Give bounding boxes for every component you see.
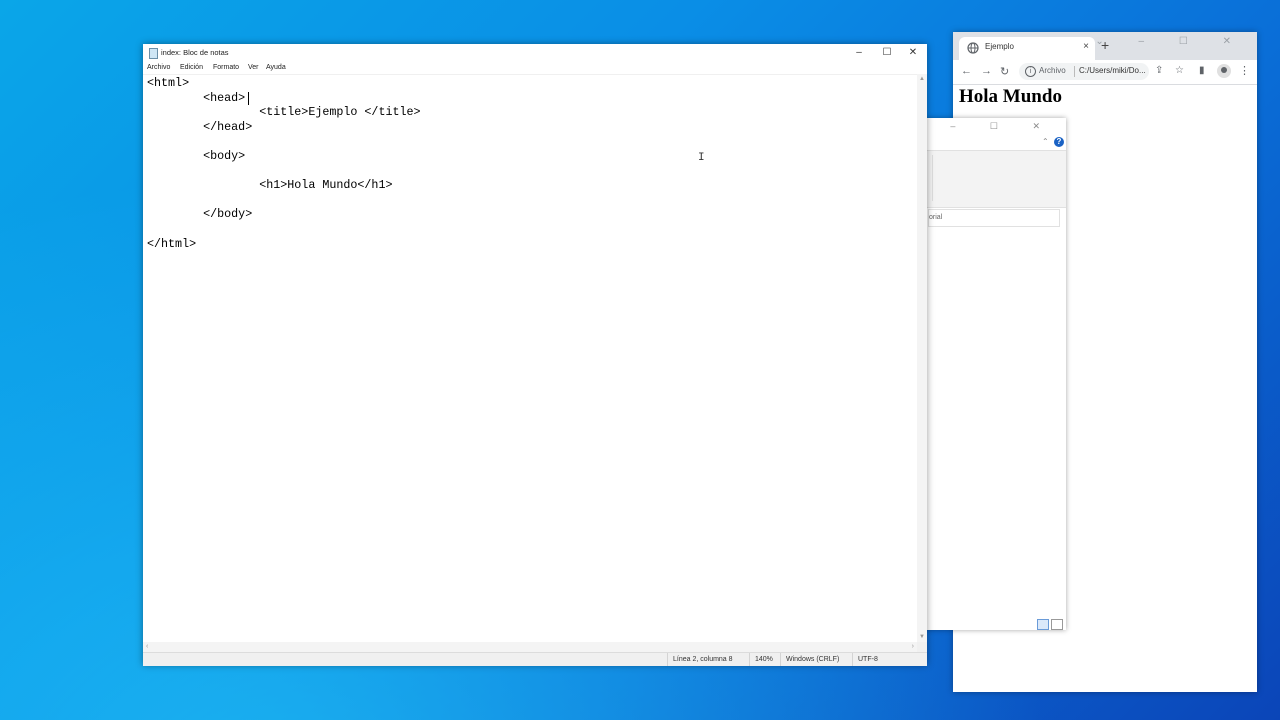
menu-ver[interactable]: Ver bbox=[248, 64, 259, 71]
ribbon-divider bbox=[932, 155, 933, 201]
site-chip: Archivo bbox=[1039, 66, 1066, 75]
window-title: index: Bloc de notas bbox=[161, 48, 229, 57]
address-bar[interactable]: i Archivo C:/Users/miki/Do... bbox=[1019, 63, 1149, 80]
background-window-search[interactable]: orial bbox=[928, 209, 1060, 227]
view-switcher bbox=[1037, 617, 1065, 635]
reload-icon[interactable]: ↻ bbox=[1000, 65, 1009, 78]
large-icons-view-icon[interactable] bbox=[1051, 619, 1063, 630]
close-icon[interactable]: ✕ bbox=[903, 47, 923, 58]
scrollbar-corner bbox=[917, 642, 927, 652]
text-caret bbox=[248, 92, 249, 105]
profile-avatar-icon[interactable] bbox=[1217, 64, 1231, 78]
bookmark-star-icon[interactable]: ☆ bbox=[1175, 65, 1184, 76]
background-window-controls[interactable]: – ☐ ✕ bbox=[950, 121, 1056, 132]
status-encoding: UTF-8 bbox=[852, 653, 927, 666]
details-view-icon[interactable] bbox=[1037, 619, 1049, 630]
browser-tabstrip: Ejemplo × + ⌄ – ☐ ✕ bbox=[953, 32, 1257, 60]
vertical-scrollbar[interactable]: ▲ ▼ bbox=[917, 74, 927, 642]
maximize-icon[interactable]: ☐ bbox=[877, 47, 897, 58]
background-window-ribbon bbox=[926, 150, 1066, 208]
menu-bar: Archivo Edición Formato Ver Ayuda bbox=[143, 62, 927, 74]
background-window: – ☐ ✕ ⌃ ? orial bbox=[926, 118, 1066, 630]
editor-content[interactable]: <html> <head> <title>Ejemplo </title> </… bbox=[147, 76, 421, 251]
browser-toolbar: ← → ↻ i Archivo C:/Users/miki/Do... ⇪ ☆ … bbox=[953, 60, 1257, 85]
page-heading: Hola Mundo bbox=[959, 86, 1062, 107]
horizontal-scrollbar[interactable]: ‹ › bbox=[143, 642, 917, 652]
text-editor[interactable]: <html> <head> <title>Ejemplo </title> </… bbox=[143, 74, 917, 643]
collapse-ribbon-icon[interactable]: ⌃ bbox=[1042, 137, 1049, 146]
omnibox-divider bbox=[1074, 66, 1075, 77]
scroll-left-icon[interactable]: ‹ bbox=[146, 643, 148, 650]
status-line-ending: Windows (CRLF) bbox=[780, 653, 852, 666]
notepad-app-icon bbox=[149, 48, 158, 59]
menu-ayuda[interactable]: Ayuda bbox=[266, 64, 286, 71]
share-icon[interactable]: ⇪ bbox=[1155, 65, 1163, 76]
scroll-right-icon[interactable]: › bbox=[912, 643, 914, 650]
notepad-window: index: Bloc de notas – ☐ ✕ Archivo Edici… bbox=[143, 44, 927, 666]
url-text: C:/Users/miki/Do... bbox=[1079, 66, 1146, 75]
status-zoom: 140% bbox=[749, 653, 781, 666]
notepad-titlebar[interactable]: index: Bloc de notas – ☐ ✕ bbox=[143, 44, 927, 62]
forward-icon[interactable]: → bbox=[981, 65, 992, 77]
scroll-down-icon[interactable]: ▼ bbox=[919, 634, 925, 640]
globe-icon bbox=[967, 42, 979, 54]
info-icon[interactable]: i bbox=[1025, 66, 1036, 77]
menu-formato[interactable]: Formato bbox=[213, 64, 239, 71]
browser-tab[interactable]: Ejemplo × bbox=[959, 37, 1095, 60]
ibeam-cursor-icon: I bbox=[698, 152, 705, 164]
back-icon[interactable]: ← bbox=[961, 65, 972, 77]
status-cursor-position: Línea 2, columna 8 bbox=[667, 653, 753, 666]
status-bar: Línea 2, columna 8 140% Windows (CRLF) U… bbox=[143, 652, 927, 666]
menu-archivo[interactable]: Archivo bbox=[147, 64, 170, 71]
side-panel-icon[interactable]: ▮ bbox=[1199, 65, 1205, 76]
browser-window-controls[interactable]: ⌄ – ☐ ✕ bbox=[1095, 36, 1247, 47]
minimize-icon[interactable]: – bbox=[849, 47, 869, 58]
scroll-up-icon[interactable]: ▲ bbox=[919, 76, 925, 82]
help-icon[interactable]: ? bbox=[1054, 137, 1064, 147]
browser-tab-title: Ejemplo bbox=[985, 42, 1014, 51]
menu-edicion[interactable]: Edición bbox=[180, 64, 203, 71]
kebab-menu-icon[interactable]: ⋮ bbox=[1239, 64, 1250, 77]
close-tab-icon[interactable]: × bbox=[1083, 41, 1089, 52]
